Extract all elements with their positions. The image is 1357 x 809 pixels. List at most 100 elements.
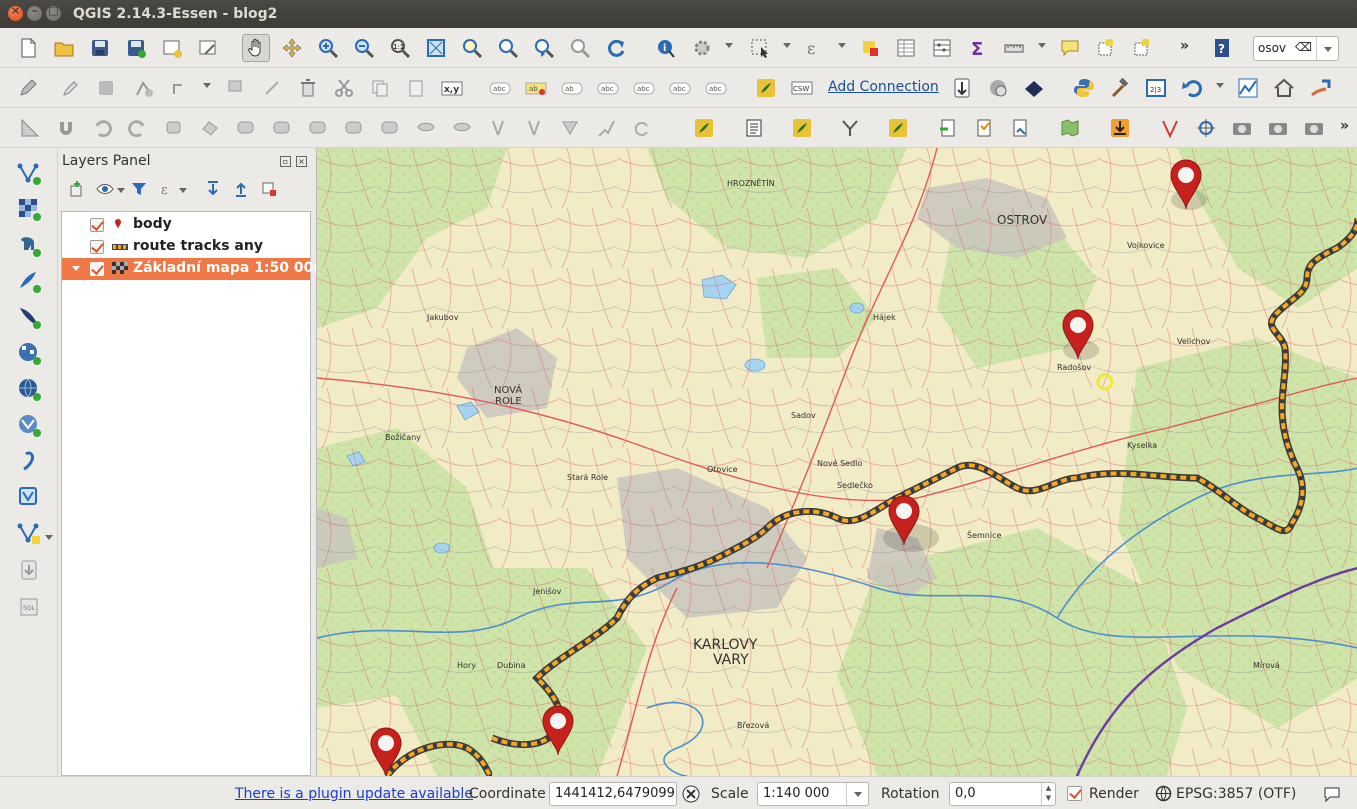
move-feature-dropdown-icon[interactable] (203, 83, 211, 88)
metasearch-button[interactable] (740, 114, 768, 142)
vector-bender-button[interactable] (1156, 114, 1184, 142)
highlight-pinned-labels-button[interactable]: ab (522, 74, 550, 102)
rotate-point-symbols-button[interactable] (628, 114, 656, 142)
split-parts-button[interactable] (520, 114, 548, 142)
save-project-button[interactable] (86, 34, 114, 62)
reshape-features-button[interactable] (412, 114, 440, 142)
add-part-button[interactable] (268, 114, 296, 142)
add-wms-layer-button[interactable] (14, 338, 44, 368)
rotate-label-button[interactable]: abc (666, 74, 694, 102)
rotate-feature-button[interactable] (160, 114, 188, 142)
new-project-button[interactable] (14, 34, 42, 62)
screenshot-tool-button[interactable] (1228, 114, 1256, 142)
add-vector-layer-button[interactable] (14, 158, 44, 188)
remove-layer-button[interactable] (258, 178, 280, 200)
fill-ring-button[interactable] (304, 114, 332, 142)
filter-legend-button[interactable] (128, 178, 150, 200)
add-connection-link[interactable]: Add Connection (828, 79, 939, 95)
enable-tracing-button[interactable] (52, 114, 80, 142)
delete-part-button[interactable] (376, 114, 404, 142)
layer-row-zakladni-mapa[interactable]: Základní mapa 1:50 000 (62, 258, 323, 280)
move-feature-button[interactable] (166, 74, 194, 102)
select-dropdown-icon[interactable] (783, 43, 791, 48)
spatialite-plugin-3-button[interactable] (788, 114, 816, 142)
crs-globe-icon[interactable] (1155, 785, 1172, 802)
show-hide-labels-button[interactable]: abc (594, 74, 622, 102)
layer-row-body[interactable]: body (62, 214, 310, 236)
add-wcs-layer-button[interactable] (14, 374, 44, 404)
locator-search-input[interactable]: osov ⌫ (1253, 36, 1339, 61)
delete-selected-edit-button[interactable] (258, 74, 286, 102)
node-tool-button[interactable] (222, 74, 250, 102)
delete-selected-button[interactable] (294, 74, 322, 102)
zoom-to-layer-button[interactable] (494, 34, 522, 62)
topology-checker-button[interactable] (836, 114, 864, 142)
layer-visibility-checkbox[interactable] (90, 218, 104, 232)
refresh-button[interactable] (602, 34, 630, 62)
export-image-button[interactable] (1264, 114, 1292, 142)
scale-combobox[interactable]: 1:140 000 (757, 782, 869, 806)
save-edits-button[interactable] (92, 74, 120, 102)
layer-labeling-options-button[interactable]: abc (486, 74, 514, 102)
current-edits-button[interactable] (14, 74, 42, 102)
change-label-button[interactable]: abc (702, 74, 730, 102)
messages-icon[interactable] (1322, 784, 1342, 804)
rotation-spinbox[interactable]: 0,0 ▲ ▼ (949, 782, 1056, 806)
add-spatialite-layer-button[interactable] (14, 266, 44, 296)
add-csw-button[interactable]: CSW (788, 74, 816, 102)
cad-tools-button[interactable] (16, 114, 44, 142)
spatialite-plugin-4-button[interactable] (884, 114, 912, 142)
expand-all-button[interactable] (202, 178, 224, 200)
add-raster-layer-button[interactable] (14, 194, 44, 224)
clear-search-icon[interactable]: ⌫ (1295, 40, 1312, 54)
new-layer-dropdown-icon[interactable] (45, 535, 53, 540)
profile-tool-button[interactable] (1234, 74, 1262, 102)
measure-dropdown-icon[interactable] (1038, 43, 1046, 48)
open-project-button[interactable] (50, 34, 78, 62)
add-delimited-text-button[interactable] (14, 446, 44, 476)
georef-tool-button[interactable] (1192, 114, 1220, 142)
new-shapefile-layer-button[interactable] (14, 518, 44, 548)
split-features-button[interactable] (484, 114, 512, 142)
minimize-window-button[interactable]: – (27, 4, 42, 21)
plugin-update-link[interactable]: There is a plugin update available (235, 786, 473, 802)
zoom-last-button[interactable] (530, 34, 558, 62)
route-plugin-button[interactable] (1306, 74, 1334, 102)
openlayers-plugin-button[interactable] (984, 74, 1012, 102)
offset-curve-button[interactable] (448, 114, 476, 142)
map-tips-button[interactable] (1056, 34, 1084, 62)
action-button[interactable] (688, 34, 716, 62)
pan-to-selection-button[interactable] (278, 34, 306, 62)
render-checkbox[interactable] (1067, 786, 1082, 801)
delete-ring-button[interactable] (340, 114, 368, 142)
qgis-cloud-button[interactable] (934, 114, 962, 142)
add-virtual-layer-button[interactable] (14, 482, 44, 512)
add-feature-button[interactable] (130, 74, 158, 102)
rotation-spin-arrows[interactable]: ▲ ▼ (1041, 783, 1055, 805)
manage-visibility-button[interactable] (94, 178, 116, 200)
home-extent-button[interactable] (1270, 74, 1298, 102)
cut-features-button[interactable] (330, 74, 358, 102)
download-osm-button[interactable] (1106, 114, 1134, 142)
save-as-button[interactable] (122, 34, 150, 62)
spatialite-plugin-button[interactable] (752, 74, 780, 102)
new-print-composer-button[interactable] (158, 34, 186, 62)
close-window-button[interactable]: × (8, 4, 23, 21)
panel-close-button[interactable]: × (296, 156, 307, 167)
statistical-summary-button[interactable]: Σ (964, 34, 992, 62)
action-dropdown-icon[interactable] (725, 43, 733, 48)
pan-map-button[interactable] (242, 34, 270, 62)
zoom-out-button[interactable] (350, 34, 378, 62)
toggle-extents-icon[interactable] (681, 784, 701, 804)
panel-float-button[interactable]: ▫ (280, 156, 291, 167)
add-delimited-text-layer-button[interactable]: x,y (438, 74, 466, 102)
filter-by-expression-button[interactable]: ε (156, 178, 178, 200)
paste-features-button[interactable] (402, 74, 430, 102)
python-console-button[interactable] (1070, 74, 1098, 102)
georeferencer-button[interactable] (948, 74, 976, 102)
add-wfs-layer-button[interactable] (14, 410, 44, 440)
add-group-button[interactable] (66, 178, 88, 200)
identify-features-button[interactable]: i (652, 34, 680, 62)
time-manager-button[interactable] (970, 114, 998, 142)
help-button[interactable]: ? (1208, 34, 1236, 62)
